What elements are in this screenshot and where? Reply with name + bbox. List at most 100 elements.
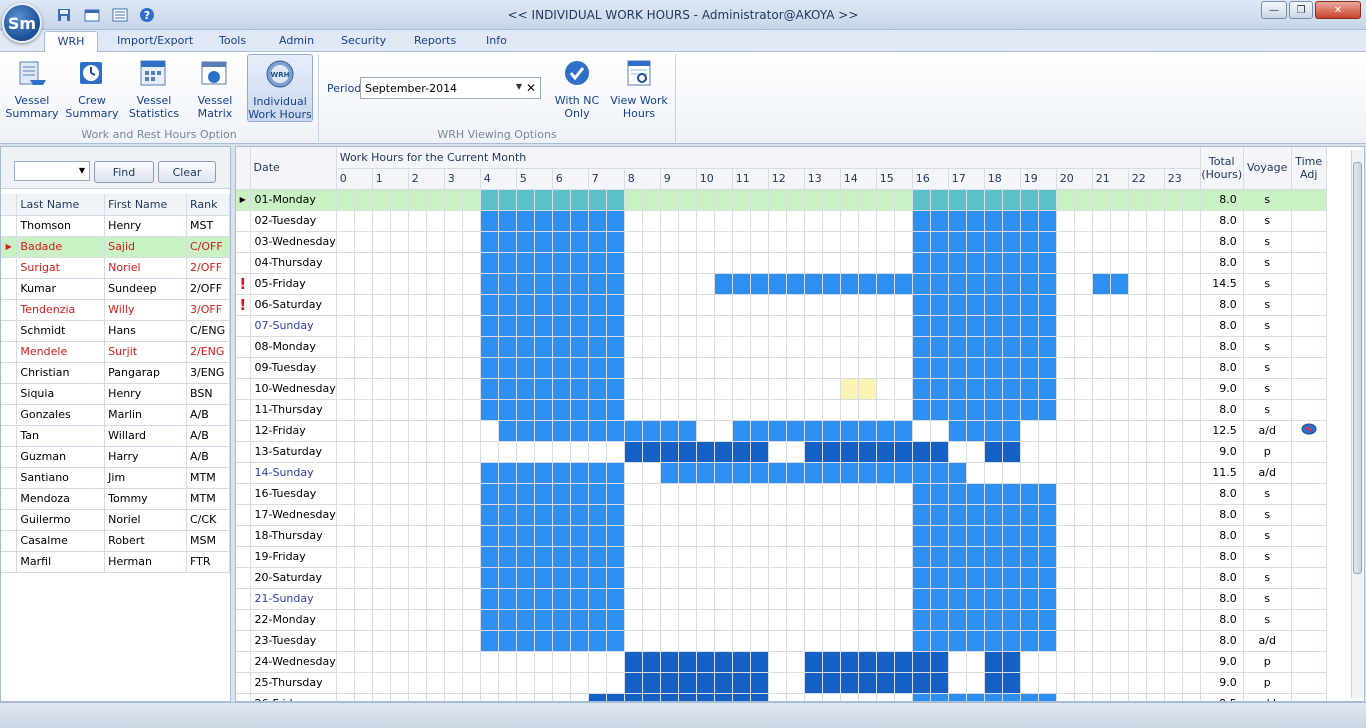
rest-slot[interactable] (552, 672, 571, 694)
rest-slot[interactable] (1146, 441, 1165, 463)
work-slot[interactable] (912, 588, 931, 610)
rest-slot[interactable] (840, 189, 859, 211)
work-slot[interactable] (966, 357, 985, 379)
work-slot[interactable] (588, 315, 607, 337)
work-slot[interactable] (624, 672, 643, 694)
work-slot[interactable] (480, 630, 499, 652)
crew-row[interactable]: Guilermo Noriel C/CK (1, 509, 230, 531)
work-slot[interactable] (480, 189, 499, 211)
work-slot[interactable] (1038, 609, 1057, 631)
work-slot[interactable] (1002, 630, 1021, 652)
work-slot[interactable] (498, 273, 517, 295)
rest-slot[interactable] (642, 567, 661, 589)
rest-slot[interactable] (426, 651, 445, 673)
work-slot[interactable] (570, 462, 589, 484)
rest-slot[interactable] (354, 420, 373, 442)
work-slot[interactable] (1020, 504, 1039, 526)
work-slot[interactable] (948, 294, 967, 316)
crew-last-cell[interactable]: Thomson (16, 215, 106, 237)
work-slot[interactable] (714, 651, 733, 673)
rest-slot[interactable] (372, 546, 391, 568)
work-slot[interactable] (588, 210, 607, 232)
crew-first-cell[interactable]: Henry (104, 383, 187, 405)
rest-slot[interactable] (768, 651, 787, 673)
work-slot[interactable] (642, 441, 661, 463)
rest-slot[interactable] (354, 609, 373, 631)
work-slot[interactable] (570, 399, 589, 421)
rest-slot[interactable] (1110, 378, 1129, 400)
tab-reports[interactable]: Reports (414, 34, 456, 47)
rest-slot[interactable] (678, 609, 697, 631)
work-slot[interactable] (642, 672, 661, 694)
work-slot[interactable] (858, 672, 877, 694)
rest-slot[interactable] (876, 504, 895, 526)
work-slot[interactable] (966, 693, 985, 701)
work-slot[interactable] (534, 294, 553, 316)
work-slot[interactable] (552, 546, 571, 568)
rest-slot[interactable] (1110, 567, 1129, 589)
rest-slot[interactable] (462, 504, 481, 526)
rest-slot[interactable] (876, 315, 895, 337)
work-slot[interactable] (930, 546, 949, 568)
rest-slot[interactable] (1182, 336, 1201, 358)
work-slot[interactable] (822, 420, 841, 442)
rest-slot[interactable] (1038, 462, 1057, 484)
rest-slot[interactable] (1164, 462, 1183, 484)
rest-slot[interactable] (804, 357, 823, 379)
rest-slot[interactable] (1074, 378, 1093, 400)
rest-slot[interactable] (678, 630, 697, 652)
rest-slot[interactable] (750, 609, 769, 631)
rest-slot[interactable] (1074, 672, 1093, 694)
rest-slot[interactable] (822, 294, 841, 316)
day-row[interactable]: 08-Monday 8.0 s (236, 336, 1327, 358)
work-slot[interactable] (732, 693, 751, 701)
rest-slot[interactable] (1182, 693, 1201, 701)
work-slot[interactable] (912, 357, 931, 379)
rest-slot[interactable] (408, 462, 427, 484)
work-slot[interactable] (534, 189, 553, 211)
crew-row[interactable]: Siquia Henry BSN (1, 383, 230, 405)
rest-slot[interactable] (408, 273, 427, 295)
rest-slot[interactable] (624, 525, 643, 547)
rest-slot[interactable] (1056, 609, 1075, 631)
crew-row[interactable]: ▶ Badade Sajid C/OFF (1, 236, 230, 258)
work-slot[interactable] (606, 252, 625, 274)
work-slot[interactable] (984, 588, 1003, 610)
crew-first-cell[interactable]: Sundeep (104, 278, 187, 300)
work-slot[interactable] (930, 651, 949, 673)
work-slot[interactable] (588, 483, 607, 505)
rest-slot[interactable] (876, 525, 895, 547)
work-slot[interactable] (516, 252, 535, 274)
work-slot[interactable] (678, 441, 697, 463)
rest-slot[interactable] (1128, 609, 1147, 631)
rest-slot[interactable] (444, 546, 463, 568)
rest-slot[interactable] (1182, 189, 1201, 211)
work-slot[interactable] (732, 462, 751, 484)
rest-slot[interactable] (372, 231, 391, 253)
rest-slot[interactable] (624, 588, 643, 610)
work-slot[interactable] (948, 210, 967, 232)
rest-slot[interactable] (1074, 189, 1093, 211)
work-slot[interactable] (606, 231, 625, 253)
work-slot[interactable] (498, 399, 517, 421)
rest-slot[interactable] (1182, 357, 1201, 379)
work-slot[interactable] (1020, 609, 1039, 631)
rest-slot[interactable] (894, 693, 913, 701)
rest-slot[interactable] (1092, 483, 1111, 505)
work-slot[interactable] (570, 231, 589, 253)
rest-slot[interactable] (1092, 672, 1111, 694)
rest-slot[interactable] (1128, 462, 1147, 484)
rest-slot[interactable] (516, 651, 535, 673)
rest-slot[interactable] (696, 420, 715, 442)
work-slot[interactable] (804, 273, 823, 295)
rest-slot[interactable] (642, 462, 661, 484)
crew-row[interactable]: Santiano Jim MTM (1, 467, 230, 489)
time-adj-cell[interactable] (1291, 630, 1327, 652)
rest-slot[interactable] (408, 672, 427, 694)
rest-slot[interactable] (660, 357, 679, 379)
rest-slot[interactable] (408, 693, 427, 701)
rest-slot[interactable] (1020, 651, 1039, 673)
rest-slot[interactable] (642, 357, 661, 379)
rest-slot[interactable] (1146, 252, 1165, 274)
work-slot[interactable] (1038, 693, 1057, 701)
